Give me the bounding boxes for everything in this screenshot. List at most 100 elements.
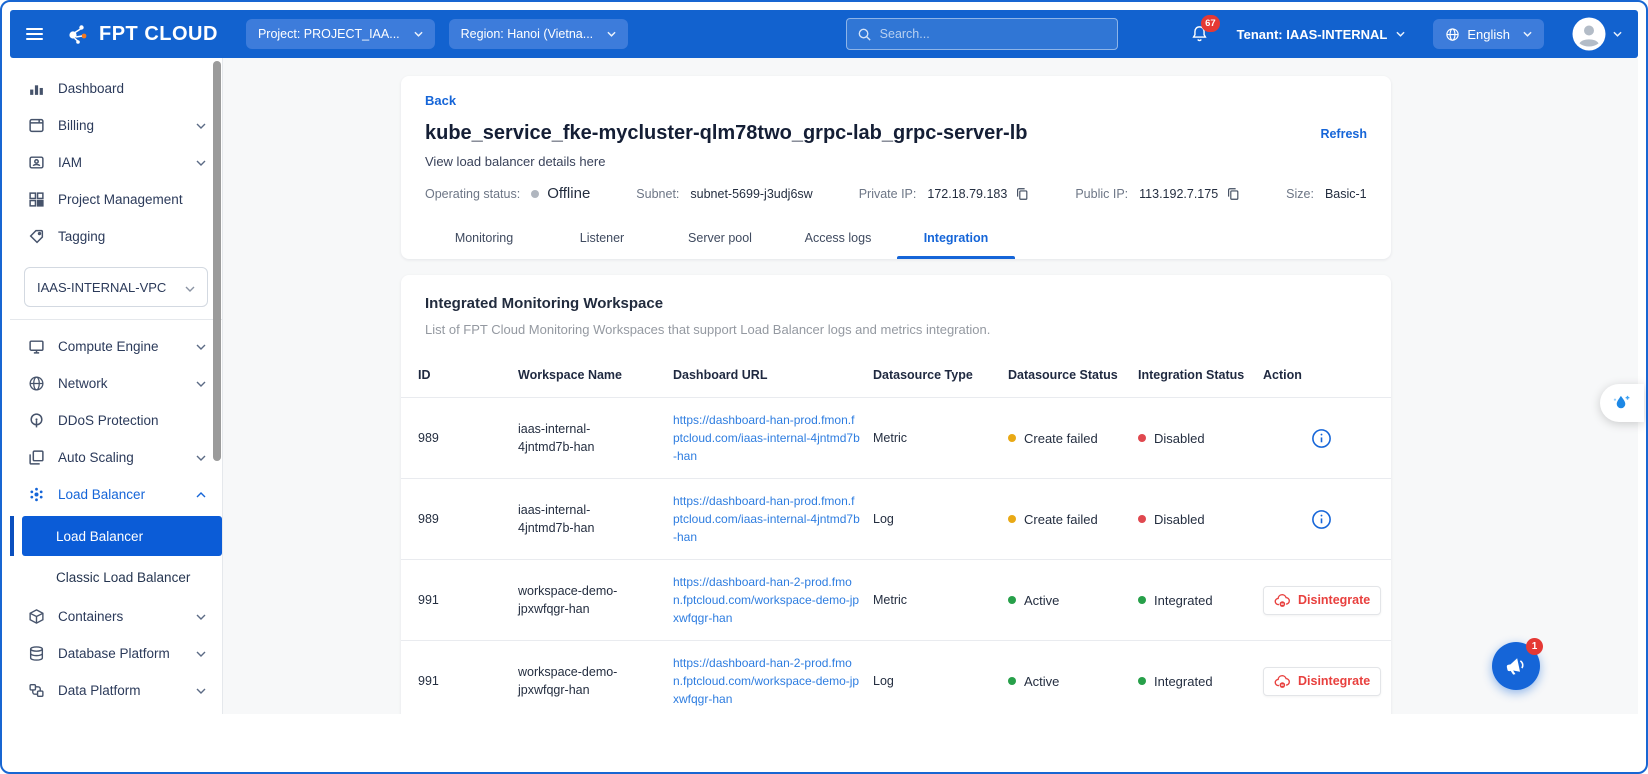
- back-link[interactable]: Back: [425, 93, 456, 108]
- cell-id: 991: [401, 559, 518, 641]
- column-header-id: ID: [418, 368, 431, 382]
- notifications-button[interactable]: 67: [1190, 15, 1220, 44]
- tag-icon: [28, 228, 45, 245]
- table-row: 989 iaas-internal-4jntmd7b-han https://d…: [401, 478, 1391, 560]
- dashboard-icon: [28, 80, 45, 97]
- integration-status: Disabled: [1138, 431, 1251, 446]
- detail-tabs: Monitoring Listener Server pool Access l…: [425, 218, 1367, 259]
- vpc-selector[interactable]: IAAS-INTERNAL-VPC: [24, 267, 208, 307]
- sidebar-item-billing[interactable]: Billing: [10, 107, 222, 144]
- navbar-right: 67 Tenant: IAAS-INTERNAL English: [1190, 15, 1622, 51]
- data-platform-icon: [28, 682, 45, 699]
- sidebar-item-auto-scaling[interactable]: Auto Scaling: [10, 439, 222, 476]
- chevron-up-icon: [196, 491, 206, 498]
- status-dot: [1138, 677, 1146, 685]
- sidebar-item-project-management[interactable]: Project Management: [10, 181, 222, 218]
- sidebar-scrollbar[interactable]: [213, 61, 221, 461]
- cell-workspace-name: iaas-internal-4jntmd7b-han: [518, 421, 595, 454]
- page-subtitle: View load balancer details here: [425, 154, 606, 169]
- lb-details-row: Operating status: Offline Subnet: subnet…: [425, 185, 1367, 202]
- column-header-datasource-type: Datasource Type: [873, 368, 973, 382]
- network-icon: [28, 375, 45, 392]
- status-dot: [1008, 515, 1016, 523]
- column-header-datasource-status: Datasource Status: [1008, 368, 1118, 382]
- subnet: Subnet: subnet-5699-j3udj6sw: [636, 186, 813, 201]
- sidebar-item-dashboard[interactable]: Dashboard: [10, 70, 222, 107]
- sidebar-subitem-classic-load-balancer[interactable]: Classic Load Balancer: [10, 559, 222, 595]
- chevron-down-icon: [196, 381, 206, 387]
- tab-listener[interactable]: Listener: [543, 218, 661, 259]
- refresh-button[interactable]: Refresh: [1320, 127, 1367, 141]
- page-title: kube_service_fke-mycluster-qlm78two_grpc…: [425, 122, 1028, 144]
- chevron-down-icon: [1613, 31, 1622, 37]
- status-dot: [1138, 596, 1146, 604]
- chevron-down-icon: [196, 344, 206, 350]
- dashboard-url-link[interactable]: https://dashboard-han-prod.fmon.fptcloud…: [673, 492, 861, 546]
- sidebar-item-containers[interactable]: Containers: [10, 598, 222, 635]
- region-selector[interactable]: Region: Hanoi (Vietna...: [448, 19, 629, 49]
- cloud-disintegrate-icon: [1274, 593, 1292, 608]
- cell-datasource-type: Metric: [873, 397, 1008, 479]
- sidebar-item-load-balancer[interactable]: Load Balancer: [10, 476, 222, 513]
- disintegrate-button[interactable]: Disintegrate: [1263, 666, 1382, 696]
- announcements-button[interactable]: 1: [1492, 638, 1543, 690]
- cell-datasource-type: Log: [873, 478, 1008, 560]
- private-ip: Private IP: 172.18.79.183: [859, 187, 1030, 201]
- operating-status: Operating status: Offline: [425, 185, 591, 202]
- card-description: List of FPT Cloud Monitoring Workspaces …: [425, 322, 991, 337]
- droplet-sparkle-icon: [1611, 392, 1633, 414]
- sidebar-item-data-platform[interactable]: Data Platform: [10, 672, 222, 709]
- tab-access-logs[interactable]: Access logs: [779, 218, 897, 259]
- avatar: [1572, 17, 1606, 51]
- disintegrate-button[interactable]: Disintegrate: [1263, 585, 1382, 615]
- integrated-workspace-card: Integrated Monitoring Workspace List of …: [401, 275, 1391, 714]
- sidebar-item-network[interactable]: Network: [10, 365, 222, 402]
- table-row: 991 workspace-demo-jpxwfqgr-han https://…: [401, 559, 1391, 641]
- sidebar-item-compute-engine[interactable]: Compute Engine: [10, 328, 222, 365]
- menu-icon[interactable]: [26, 28, 43, 40]
- info-icon[interactable]: [1311, 428, 1332, 449]
- status-dot: [1138, 515, 1146, 523]
- column-header-workspace-name: Workspace Name: [518, 368, 622, 382]
- chevron-down-icon: [185, 280, 195, 295]
- auto-scaling-icon: [28, 449, 45, 466]
- table-row: 991 workspace-demo-jpxwfqgr-han https://…: [401, 640, 1391, 714]
- project-selector[interactable]: Project: PROJECT_IAA...: [245, 19, 435, 49]
- app-window: FPT CLOUD Project: PROJECT_IAA... Region…: [0, 0, 1648, 774]
- content-column: Back kube_service_fke-mycluster-qlm78two…: [401, 76, 1391, 714]
- search-icon: [857, 27, 872, 42]
- cell-workspace-name: workspace-demo-jpxwfqgr-han: [518, 664, 618, 697]
- user-menu[interactable]: [1572, 17, 1622, 51]
- sidebar-item-database-platform[interactable]: Database Platform: [10, 635, 222, 672]
- billing-icon: [28, 117, 45, 134]
- tab-integration[interactable]: Integration: [897, 218, 1015, 259]
- ai-assistant-tab[interactable]: [1600, 384, 1644, 422]
- sidebar-item-iam[interactable]: IAM: [10, 144, 222, 181]
- info-icon[interactable]: [1311, 509, 1332, 530]
- tenant-selector[interactable]: Tenant: IAAS-INTERNAL: [1237, 27, 1406, 42]
- chevron-down-icon: [607, 31, 616, 37]
- globe-icon: [1445, 27, 1460, 42]
- megaphone-icon: [1503, 653, 1529, 679]
- tab-server-pool[interactable]: Server pool: [661, 218, 779, 259]
- app-body: Dashboard Billing IAM Project Management…: [10, 58, 1638, 714]
- search-input[interactable]: [879, 27, 1107, 41]
- offline-status-dot: [531, 189, 540, 198]
- announcement-count-badge: 1: [1526, 638, 1543, 655]
- tab-monitoring[interactable]: Monitoring: [425, 218, 543, 259]
- dashboard-url-link[interactable]: https://dashboard-han-2-prod.fmon.fptclo…: [673, 654, 861, 708]
- sidebar: Dashboard Billing IAM Project Management…: [10, 58, 223, 714]
- datasource-status: Create failed: [1008, 431, 1126, 446]
- sidebar-item-tagging[interactable]: Tagging: [10, 218, 222, 255]
- dashboard-url-link[interactable]: https://dashboard-han-prod.fmon.fptcloud…: [673, 411, 861, 465]
- sidebar-item-ddos-protection[interactable]: DDoS Protection: [10, 402, 222, 439]
- copy-icon[interactable]: [1015, 187, 1029, 201]
- language-selector[interactable]: English: [1433, 19, 1544, 49]
- sidebar-divider: [10, 319, 222, 320]
- database-icon: [28, 645, 45, 662]
- logo-text: FPT CLOUD: [99, 22, 218, 45]
- chevron-down-icon: [196, 688, 206, 694]
- dashboard-url-link[interactable]: https://dashboard-han-2-prod.fmon.fptclo…: [673, 573, 861, 627]
- sidebar-subitem-load-balancer[interactable]: Load Balancer: [10, 516, 222, 556]
- copy-icon[interactable]: [1226, 187, 1240, 201]
